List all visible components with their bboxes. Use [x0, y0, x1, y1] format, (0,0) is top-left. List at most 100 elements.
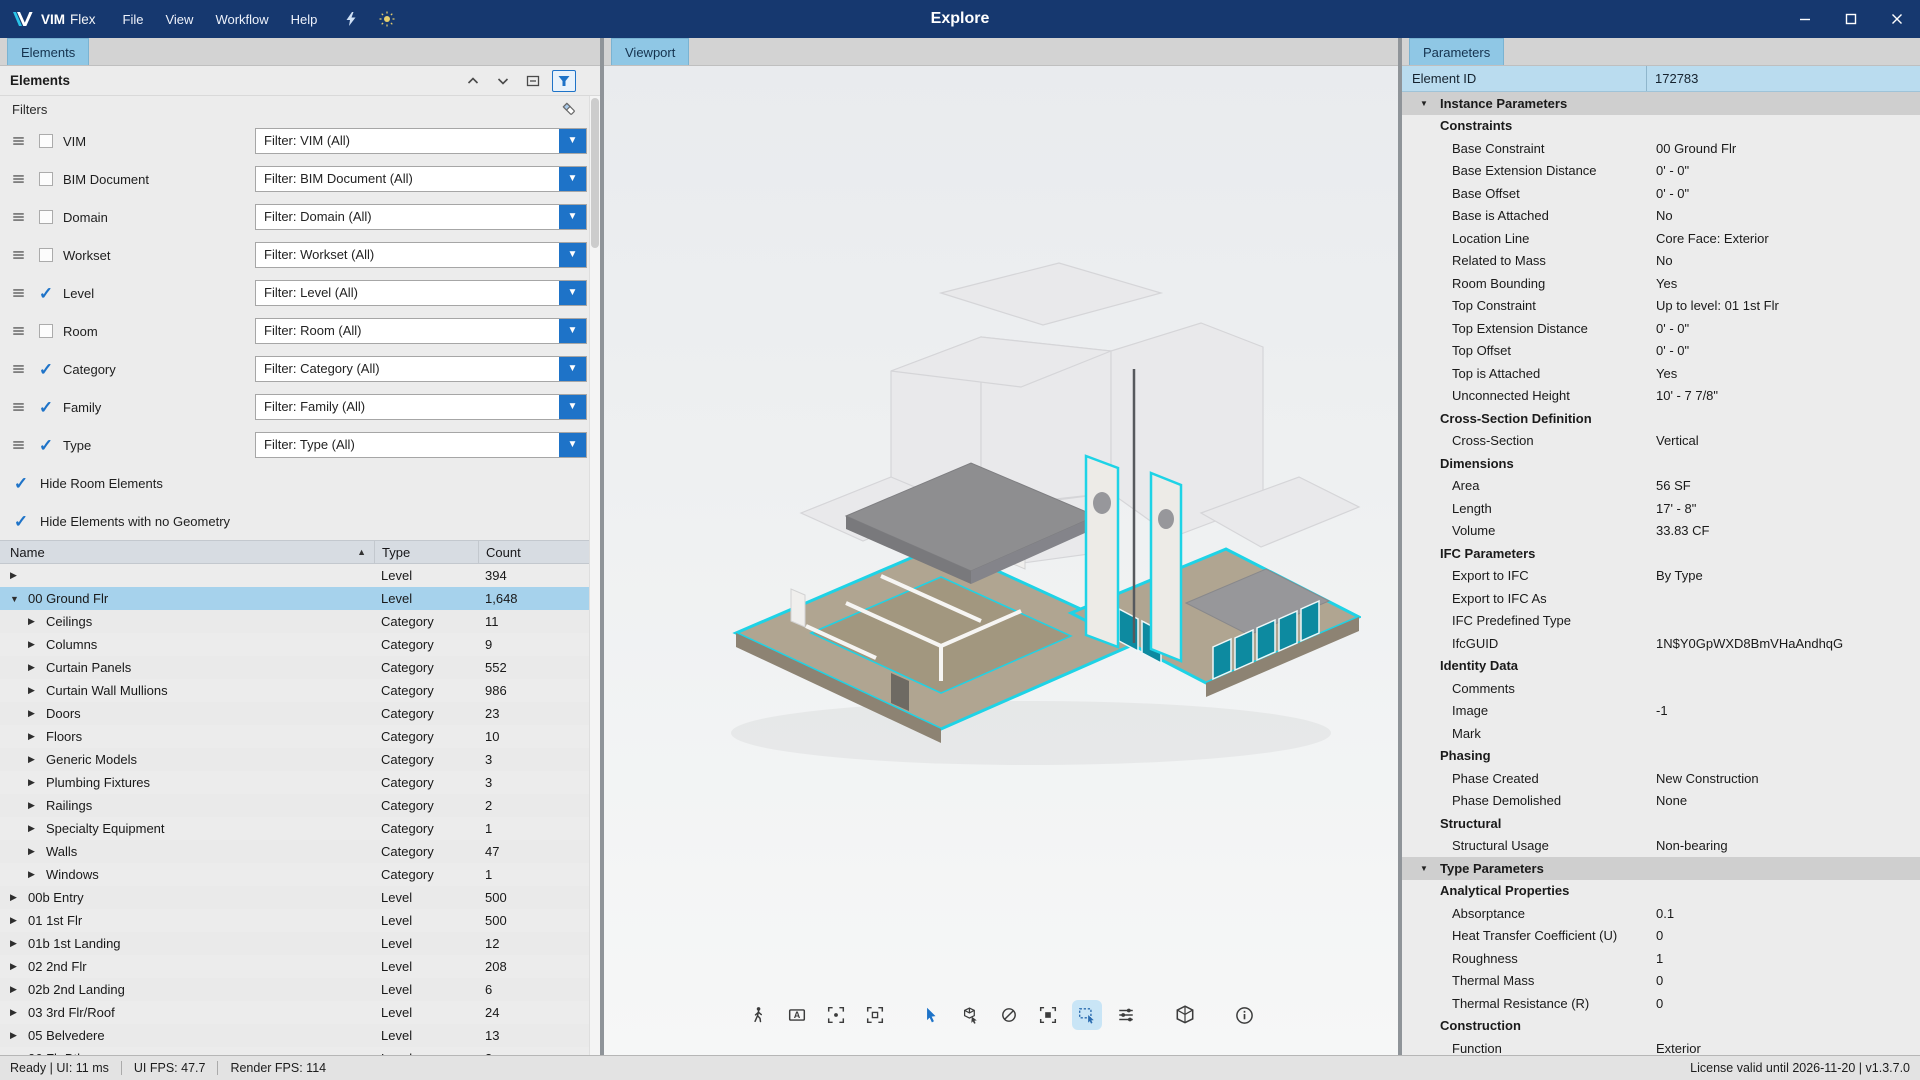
- table-row-railings[interactable]: ▶RailingsCategory2: [0, 794, 589, 817]
- close-button[interactable]: [1874, 0, 1920, 38]
- table-row-generic-models[interactable]: ▶Generic ModelsCategory3: [0, 748, 589, 771]
- tab-elements[interactable]: Elements: [7, 38, 89, 65]
- viewport-3d[interactable]: A: [604, 66, 1398, 1055]
- filter-checkbox-type[interactable]: ✓: [37, 436, 55, 454]
- 3d-model[interactable]: [641, 251, 1361, 811]
- dropdown-open-button[interactable]: ▼: [559, 129, 586, 153]
- maximize-button[interactable]: [1828, 0, 1874, 38]
- expand-arrow-icon[interactable]: ▶: [10, 915, 25, 926]
- lightning-button[interactable]: [336, 4, 366, 34]
- label-button[interactable]: A: [782, 1000, 812, 1030]
- filter-dropdown-family[interactable]: Filter: Family (All)▼: [255, 394, 587, 420]
- table-row-00b-entry[interactable]: ▶00b EntryLevel500: [0, 886, 589, 909]
- expand-arrow-icon[interactable]: ▶: [10, 570, 25, 581]
- table-row-ceilings[interactable]: ▶CeilingsCategory11: [0, 610, 589, 633]
- filter-options-button[interactable]: [8, 207, 28, 227]
- table-row-curtain-wall-mullions[interactable]: ▶Curtain Wall MullionsCategory986: [0, 679, 589, 702]
- info-button[interactable]: [1229, 1000, 1259, 1030]
- table-row-doors[interactable]: ▶DoorsCategory23: [0, 702, 589, 725]
- filter-checkbox-vim[interactable]: [37, 132, 55, 150]
- table-row-02b-2nd-landing[interactable]: ▶02b 2nd LandingLevel6: [0, 978, 589, 1001]
- param-group-type-parameters[interactable]: ▼Type Parameters: [1402, 857, 1920, 880]
- scrollbar-thumb[interactable]: [591, 98, 599, 248]
- filter-checkbox-category[interactable]: ✓: [37, 360, 55, 378]
- fullscreen-button[interactable]: [860, 1000, 890, 1030]
- filter-options-button[interactable]: [8, 397, 28, 417]
- filter-checkbox-room[interactable]: [37, 322, 55, 340]
- filter-checkbox-level[interactable]: ✓: [37, 284, 55, 302]
- filter-options-button[interactable]: [8, 321, 28, 341]
- move-up-button[interactable]: [462, 70, 484, 92]
- expand-arrow-icon[interactable]: ▶: [10, 1007, 25, 1018]
- collapse-all-button[interactable]: [522, 70, 544, 92]
- filter-checkbox-bim-document[interactable]: [37, 170, 55, 188]
- column-header-count[interactable]: Count: [478, 541, 589, 563]
- filter-checkbox-domain[interactable]: [37, 208, 55, 226]
- filter-dropdown-category[interactable]: Filter: Category (All)▼: [255, 356, 587, 382]
- filter-options-button[interactable]: [8, 435, 28, 455]
- tab-viewport[interactable]: Viewport: [611, 38, 689, 65]
- brightness-button[interactable]: [372, 4, 402, 34]
- option-checkbox-hide-elements-with-no-geometry[interactable]: ✓: [12, 512, 30, 530]
- pick-object-button[interactable]: [955, 1000, 985, 1030]
- filter-dropdown-room[interactable]: Filter: Room (All)▼: [255, 318, 587, 344]
- expand-arrow-icon[interactable]: ▶: [10, 892, 25, 903]
- option-hide-elements-with-no-geometry[interactable]: ✓Hide Elements with no Geometry: [0, 502, 600, 540]
- expand-arrow-icon[interactable]: ▶: [28, 754, 43, 765]
- option-checkbox-hide-room-elements[interactable]: ✓: [12, 474, 30, 492]
- expand-arrow-icon[interactable]: ▶: [28, 639, 43, 650]
- table-row-curtain-panels[interactable]: ▶Curtain PanelsCategory552: [0, 656, 589, 679]
- menu-view[interactable]: View: [154, 0, 204, 38]
- filter-dropdown-type[interactable]: Filter: Type (All)▼: [255, 432, 587, 458]
- expand-arrow-icon[interactable]: ▶: [10, 1053, 25, 1055]
- expand-arrow-icon[interactable]: ▶: [28, 846, 43, 857]
- focus-button[interactable]: [821, 1000, 851, 1030]
- dropdown-open-button[interactable]: ▼: [559, 357, 586, 381]
- minimize-button[interactable]: [1782, 0, 1828, 38]
- rect-select-button[interactable]: [1072, 1000, 1102, 1030]
- zoom-selection-button[interactable]: [1033, 1000, 1063, 1030]
- table-row-05-belvedere[interactable]: ▶05 BelvedereLevel13: [0, 1024, 589, 1047]
- pointer-button[interactable]: [916, 1000, 946, 1030]
- filter-dropdown-workset[interactable]: Filter: Workset (All)▼: [255, 242, 587, 268]
- table-row-floors[interactable]: ▶FloorsCategory10: [0, 725, 589, 748]
- expand-arrow-icon[interactable]: ▶: [10, 984, 25, 995]
- expand-arrow-icon[interactable]: ▶: [28, 616, 43, 627]
- expand-arrow-icon[interactable]: ▶: [10, 938, 25, 949]
- filter-options-button[interactable]: [8, 169, 28, 189]
- filter-checkbox-workset[interactable]: [37, 246, 55, 264]
- table-row-00-ground-flr[interactable]: ▼00 Ground FlrLevel1,648: [0, 587, 589, 610]
- filter-options-button[interactable]: [8, 245, 28, 265]
- table-row-01b-1st-landing[interactable]: ▶01b 1st LandingLevel12: [0, 932, 589, 955]
- filter-toggle-button[interactable]: [552, 70, 576, 92]
- table-row-plumbing-fixtures[interactable]: ▶Plumbing FixturesCategory3: [0, 771, 589, 794]
- expand-arrow-icon[interactable]: ▶: [28, 869, 43, 880]
- table-row-specialty-equipment[interactable]: ▶Specialty EquipmentCategory1: [0, 817, 589, 840]
- move-down-button[interactable]: [492, 70, 514, 92]
- clear-filters-button[interactable]: [558, 98, 580, 120]
- table-row-02-2nd-flr[interactable]: ▶02 2nd FlrLevel208: [0, 955, 589, 978]
- expand-arrow-icon[interactable]: ▶: [28, 685, 43, 696]
- scrollbar[interactable]: [589, 96, 600, 1055]
- menu-workflow[interactable]: Workflow: [204, 0, 279, 38]
- table-row-columns[interactable]: ▶ColumnsCategory9: [0, 633, 589, 656]
- dropdown-open-button[interactable]: ▼: [559, 281, 586, 305]
- filter-checkbox-family[interactable]: ✓: [37, 398, 55, 416]
- dropdown-open-button[interactable]: ▼: [559, 243, 586, 267]
- section-box-button[interactable]: [1167, 997, 1203, 1033]
- filter-options-button[interactable]: [8, 283, 28, 303]
- expand-arrow-icon[interactable]: ▶: [28, 800, 43, 811]
- collapse-arrow-icon[interactable]: ▼: [10, 594, 25, 604]
- expand-arrow-icon[interactable]: ▶: [28, 731, 43, 742]
- table-row-06-flr-bthrm[interactable]: ▶06 Flr BthrmLevel3: [0, 1047, 589, 1055]
- menu-file[interactable]: File: [112, 0, 155, 38]
- tab-parameters[interactable]: Parameters: [1409, 38, 1504, 65]
- expand-arrow-icon[interactable]: ▶: [28, 823, 43, 834]
- expand-arrow-icon[interactable]: ▶: [10, 1030, 25, 1041]
- expand-arrow-icon[interactable]: ▶: [28, 662, 43, 673]
- table-row-01-1st-flr[interactable]: ▶01 1st FlrLevel500: [0, 909, 589, 932]
- filter-dropdown-domain[interactable]: Filter: Domain (All)▼: [255, 204, 587, 230]
- menu-help[interactable]: Help: [280, 0, 329, 38]
- table-row-windows[interactable]: ▶WindowsCategory1: [0, 863, 589, 886]
- dropdown-open-button[interactable]: ▼: [559, 395, 586, 419]
